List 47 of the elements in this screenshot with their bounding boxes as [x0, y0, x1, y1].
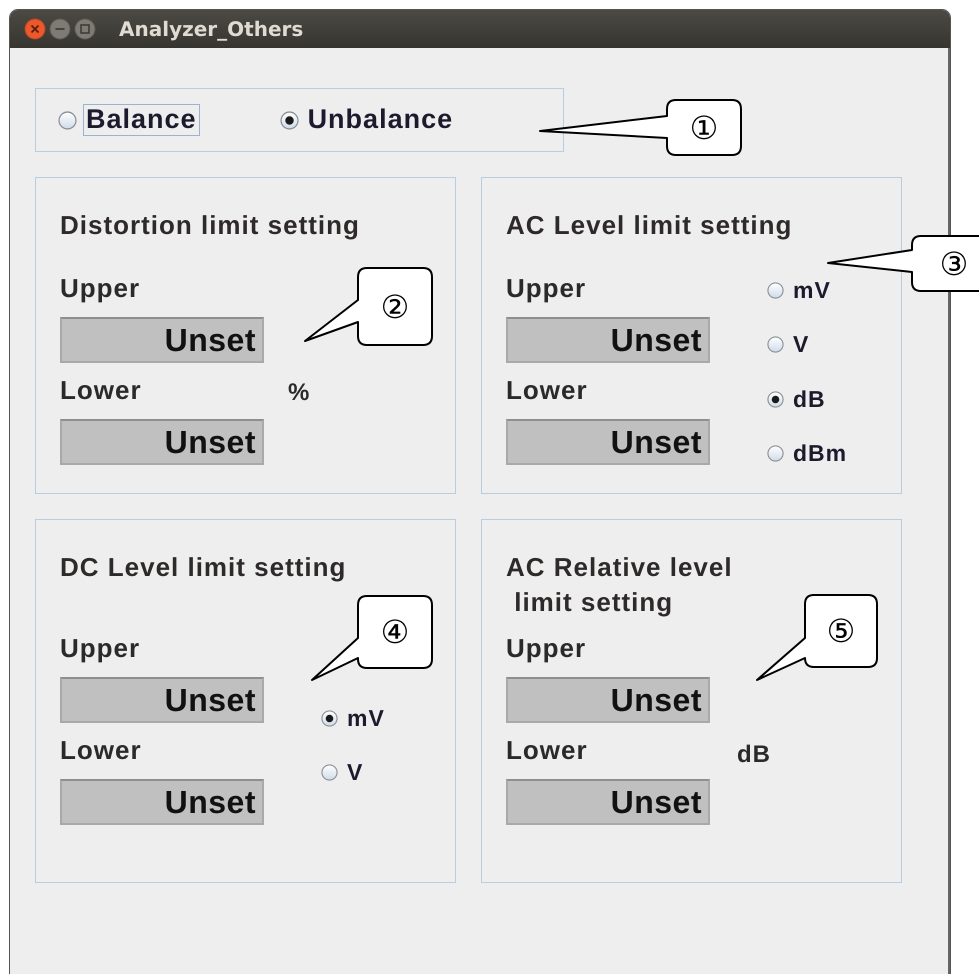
lower-label: Lower — [60, 735, 143, 765]
radio-button[interactable] — [767, 336, 784, 354]
close-icon[interactable] — [24, 18, 46, 40]
radio-button[interactable] — [321, 710, 338, 728]
radio-button[interactable] — [321, 764, 338, 782]
lower-value-field[interactable]: Unset — [506, 419, 710, 465]
maximize-icon[interactable] — [74, 18, 96, 40]
unit-option[interactable]: mV — [790, 277, 834, 304]
panel-title: AC Level limit setting — [506, 209, 794, 242]
upper-label: Upper — [506, 273, 588, 303]
unit-option[interactable]: mV — [344, 705, 388, 732]
panel-title: AC Relative level limit setting — [506, 551, 734, 619]
unit-label: % — [288, 378, 312, 408]
upper-label: Upper — [60, 273, 142, 303]
radio-button[interactable] — [58, 110, 77, 130]
callout-number: ⑤ — [826, 615, 856, 647]
callout-number: ① — [690, 112, 718, 144]
minimize-icon[interactable] — [49, 18, 71, 40]
unit-option[interactable]: V — [790, 331, 812, 359]
lower-value-field[interactable]: Unset — [60, 779, 264, 825]
lower-value-field[interactable]: Unset — [60, 419, 264, 465]
unit-option[interactable]: dB — [790, 386, 829, 413]
lower-label: Lower — [506, 375, 589, 405]
callout-number: ④ — [380, 616, 410, 648]
unit-option[interactable]: dBm — [790, 440, 850, 468]
callout-number: ③ — [940, 248, 968, 280]
lower-label: Lower — [60, 375, 143, 405]
radio-button[interactable] — [767, 282, 784, 300]
callout-number: ② — [380, 290, 410, 322]
lower-value-field[interactable]: Unset — [506, 779, 710, 825]
panel-title: DC Level limit setting — [60, 551, 348, 584]
upper-label: Upper — [60, 633, 142, 663]
radio-button[interactable] — [280, 110, 299, 130]
upper-value-field[interactable]: Unset — [60, 677, 264, 723]
radio-button[interactable] — [767, 390, 784, 408]
unit-option[interactable]: V — [344, 759, 366, 787]
upper-value-field[interactable]: Unset — [506, 677, 710, 723]
upper-value-field[interactable]: Unset — [506, 317, 710, 363]
radio-button[interactable] — [767, 445, 784, 462]
mode-option[interactable]: Unbalance — [304, 104, 456, 136]
unit-label: dB — [737, 740, 772, 770]
upper-value-field[interactable]: Unset — [60, 317, 264, 363]
upper-label: Upper — [506, 633, 588, 663]
lower-label: Lower — [506, 735, 589, 765]
panel-title: Distortion limit setting — [60, 209, 361, 242]
window-title: Analyzer_Others — [119, 17, 304, 41]
mode-option[interactable]: Balance — [83, 104, 200, 136]
